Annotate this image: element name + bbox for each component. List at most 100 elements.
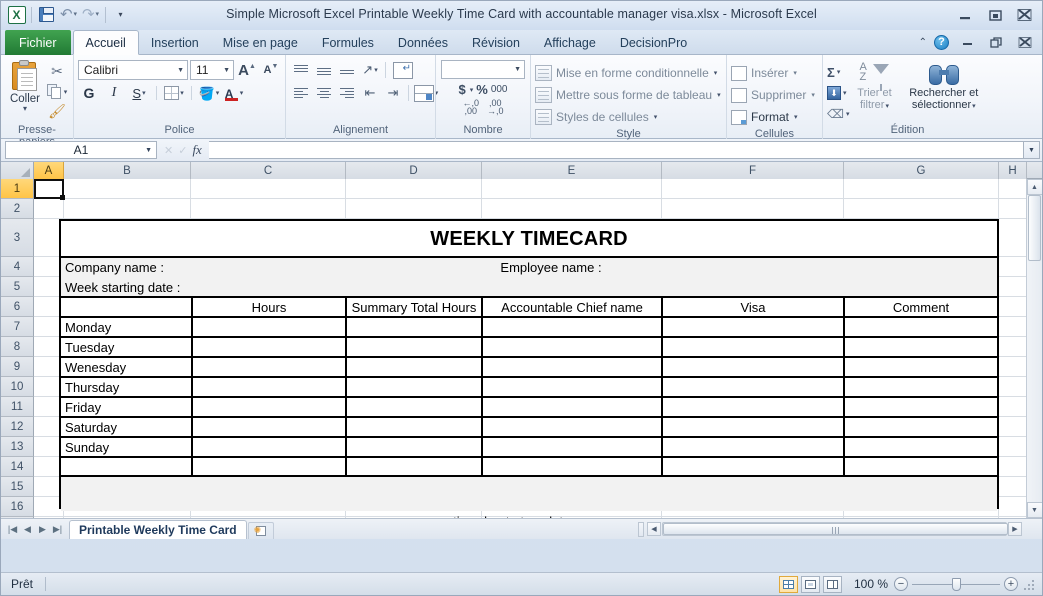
accept-formula-icon[interactable]: ✓ xyxy=(178,144,187,157)
row-header-6[interactable]: 6 xyxy=(1,297,34,317)
cut-button[interactable]: ✂ xyxy=(45,62,69,81)
zoom-thumb[interactable] xyxy=(952,577,961,591)
fill-handle[interactable] xyxy=(60,195,65,200)
row-header-12[interactable]: 12 xyxy=(1,417,34,437)
row-header-4[interactable]: 4 xyxy=(1,257,34,277)
align-bottom-button[interactable] xyxy=(336,60,358,80)
tab-affichage[interactable]: Affichage xyxy=(532,31,608,55)
increase-font-size-button[interactable]: A ▲ xyxy=(236,60,258,80)
row-header-11[interactable]: 11 xyxy=(1,397,34,417)
ribbon-minimize-icon[interactable] xyxy=(956,34,978,50)
cancel-formula-icon[interactable]: ✕ xyxy=(164,144,173,157)
orientation-button[interactable]: ↗ ▾ xyxy=(359,60,381,80)
delete-cells-button[interactable]: Supprimer ▾ xyxy=(731,84,815,106)
next-sheet-icon[interactable]: ▶ xyxy=(36,524,49,535)
increase-decimal-icon[interactable]: ,00 →,0 xyxy=(487,99,504,116)
thousands-button[interactable]: 000 xyxy=(491,84,508,95)
prev-sheet-icon[interactable]: ◀ xyxy=(21,524,34,535)
paste-button[interactable]: Coller ▾ xyxy=(5,60,45,113)
increase-indent-button[interactable]: ⇥ xyxy=(382,83,404,103)
row-header-9[interactable]: 9 xyxy=(1,357,34,377)
vertical-scroll-track[interactable] xyxy=(1027,195,1043,502)
currency-button[interactable]: $ xyxy=(459,82,466,97)
chevron-down-icon[interactable]: ▾ xyxy=(470,86,474,94)
tab-insertion[interactable]: Insertion xyxy=(139,31,211,55)
fill-color-button[interactable]: 🪣 ▾ xyxy=(198,83,220,103)
column-header-b[interactable]: B xyxy=(64,162,191,179)
split-handle[interactable] xyxy=(638,521,644,537)
align-left-button[interactable] xyxy=(290,83,312,103)
align-right-button[interactable] xyxy=(336,83,358,103)
number-format-combo[interactable]: ▼ xyxy=(441,60,525,79)
align-center-button[interactable] xyxy=(313,83,335,103)
insert-function-icon[interactable]: fx xyxy=(192,142,201,158)
first-sheet-icon[interactable]: |◀ xyxy=(6,524,19,535)
decrease-font-size-button[interactable]: A ▼ xyxy=(260,60,282,80)
row-header-15[interactable]: 15 xyxy=(1,477,34,497)
format-painter-button[interactable]: 🖌 xyxy=(45,102,69,121)
last-sheet-icon[interactable]: ▶| xyxy=(51,524,64,535)
borders-button[interactable]: ▾ xyxy=(163,83,185,103)
percent-button[interactable]: % xyxy=(476,82,488,97)
row-header-5[interactable]: 5 xyxy=(1,277,34,297)
font-color-button[interactable]: A ▾ xyxy=(223,83,245,103)
row-header-13[interactable]: 13 xyxy=(1,437,34,457)
italic-button[interactable]: I xyxy=(103,83,125,103)
expand-formula-bar-icon[interactable]: ▼ xyxy=(1024,141,1040,159)
zoom-out-button[interactable]: − xyxy=(894,577,908,591)
conditional-formatting-button[interactable]: Mise en forme conditionnelle ▾ xyxy=(535,62,717,84)
ribbon-restore-icon[interactable] xyxy=(985,34,1007,50)
close-icon[interactable] xyxy=(1014,7,1036,23)
clear-button[interactable]: ⌫ ▾ xyxy=(827,104,849,124)
page-layout-view-button[interactable] xyxy=(801,575,820,593)
help-icon[interactable]: ? xyxy=(934,34,949,50)
scroll-right-arrow[interactable]: ▶ xyxy=(1008,522,1022,536)
font-name-combo[interactable]: Calibri ▼ xyxy=(78,60,188,80)
zoom-track[interactable] xyxy=(912,577,1000,591)
tab-formules[interactable]: Formules xyxy=(310,31,386,55)
normal-view-button[interactable] xyxy=(779,575,798,593)
chevron-down-icon[interactable]: ▼ xyxy=(145,147,152,154)
restore-icon[interactable] xyxy=(984,7,1006,23)
row-header-3[interactable]: 3 xyxy=(1,219,34,257)
horizontal-scroll-track[interactable] xyxy=(662,522,1008,536)
sort-filter-button[interactable]: AZ Trier et filtrer▾ xyxy=(849,61,899,113)
row-header-16[interactable]: 16 xyxy=(1,497,34,517)
column-header-h[interactable]: H xyxy=(999,162,1027,179)
active-cell-a1[interactable] xyxy=(34,179,65,200)
column-header-f[interactable]: F xyxy=(662,162,844,179)
row-header-1[interactable]: 1 xyxy=(1,179,34,199)
zoom-slider[interactable]: − + xyxy=(894,577,1018,591)
select-all-corner[interactable] xyxy=(1,162,34,179)
formula-input[interactable] xyxy=(208,141,1024,159)
align-top-button[interactable] xyxy=(290,60,312,80)
collapse-ribbon-icon[interactable]: ⌃ xyxy=(919,37,927,48)
autosum-button[interactable]: Σ ▾ xyxy=(827,62,849,82)
tab-revision[interactable]: Révision xyxy=(460,31,532,55)
tab-decisionpro[interactable]: DecisionPro xyxy=(608,31,699,55)
column-header-c[interactable]: C xyxy=(191,162,346,179)
row-header-8[interactable]: 8 xyxy=(1,337,34,357)
bold-button[interactable]: G xyxy=(78,83,100,103)
resize-grip-icon[interactable] xyxy=(1024,578,1036,590)
chevron-down-icon[interactable]: ▾ xyxy=(23,105,27,113)
underline-button[interactable]: S ▾ xyxy=(128,83,150,103)
sheet-tab-printable-weekly-time-card[interactable]: Printable Weekly Time Card xyxy=(69,520,247,539)
tab-donnees[interactable]: Données xyxy=(386,31,460,55)
row-header-14[interactable]: 14 xyxy=(1,457,34,477)
scroll-left-arrow[interactable]: ◀ xyxy=(647,522,661,536)
vertical-scrollbar[interactable]: ▲ ▼ xyxy=(1026,179,1042,518)
format-cells-button[interactable]: Format ▾ xyxy=(731,106,798,128)
column-header-d[interactable]: D xyxy=(346,162,482,179)
tab-mise-en-page[interactable]: Mise en page xyxy=(211,31,310,55)
wrap-text-button[interactable] xyxy=(390,60,416,80)
cell-area[interactable]: WEEKLY TIMECARD Company name : Employee … xyxy=(34,179,1042,518)
tab-fichier[interactable]: Fichier xyxy=(5,30,71,55)
align-middle-button[interactable] xyxy=(313,60,335,80)
scroll-up-arrow[interactable]: ▲ xyxy=(1026,179,1042,195)
scroll-down-arrow[interactable]: ▼ xyxy=(1026,502,1042,518)
fill-button[interactable]: ⬇ ▾ xyxy=(827,83,849,103)
decrease-decimal-icon[interactable]: ←,0,00 xyxy=(462,99,479,116)
minimize-icon[interactable] xyxy=(954,7,976,23)
font-size-combo[interactable]: 11 ▼ xyxy=(190,60,234,80)
